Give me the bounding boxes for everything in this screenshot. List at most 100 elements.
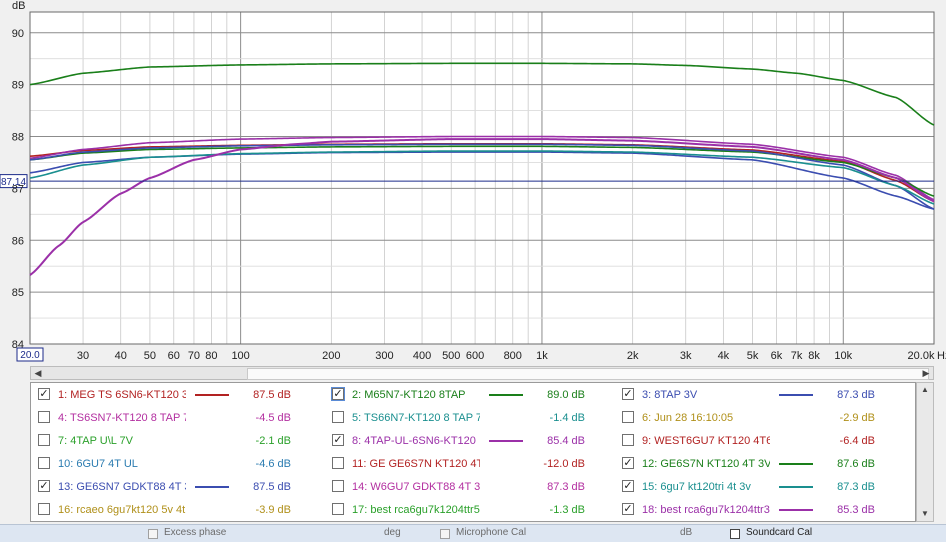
legend-value: -2.9 dB [839, 412, 875, 424]
y-tick-label: 89 [12, 80, 24, 92]
x-tick-label: 6k [771, 350, 783, 362]
legend-value: 87.3 dB [547, 481, 585, 493]
legend-item[interactable]: ✓ 1: MEG TS 6SN6-KT120 3 87.5 dB [31, 385, 321, 405]
legend-value: 87.5 dB [253, 389, 291, 401]
legend-color-swatch [779, 463, 813, 465]
legend-checkbox[interactable] [332, 457, 344, 469]
legend-checkbox[interactable]: ✓ [332, 434, 344, 446]
check-icon: ✓ [39, 388, 49, 400]
legend-item[interactable]: 11: GE GE6S7N KT120 4T 3 -12.0 dB [325, 454, 615, 474]
legend-checkbox[interactable]: ✓ [622, 388, 634, 400]
x-tick-label: 10k [834, 350, 852, 362]
legend-label: 11: GE GE6S7N KT120 4T 3 [352, 458, 480, 470]
check-icon: ✓ [39, 480, 49, 492]
soundcard-cal-checkbox[interactable] [730, 529, 740, 539]
legend-value: 87.3 dB [837, 481, 875, 493]
legend-item[interactable]: ✓ 13: GE6SN7 GDKT88 4T 3V 87.5 dB [31, 477, 321, 497]
legend-checkbox[interactable]: ✓ [331, 387, 345, 401]
legend-checkbox[interactable] [622, 411, 634, 423]
legend-item[interactable]: ✓ 15: 6gu7 kt120tri 4t 3v 87.3 dB [615, 477, 905, 497]
legend-item[interactable]: 5: TS66N7-KT120 8 TAP 7 -1.4 dB [325, 408, 615, 428]
legend-checkbox[interactable] [38, 434, 50, 446]
legend-value: 85.3 dB [837, 504, 875, 516]
legend-value: -1.3 dB [549, 504, 585, 516]
legend-label: 3: 8TAP 3V [642, 389, 698, 401]
legend-item[interactable]: 9: WEST6GU7 KT120 4T6 -6.4 dB [615, 431, 905, 451]
legend-label: 1: MEG TS 6SN6-KT120 3 [58, 389, 186, 401]
x-tick-label: 200 [322, 350, 340, 362]
legend-label: 7: 4TAP U\L 7V [58, 435, 134, 447]
legend-item[interactable]: 4: TS6SN7-KT120 8 TAP 7 -4.5 dB [31, 408, 321, 428]
x-tick-label: 20.0 [20, 350, 40, 361]
legend-checkbox[interactable] [332, 480, 344, 492]
legend-label: 5: TS66N7-KT120 8 TAP 7 [352, 412, 480, 424]
legend-checkbox[interactable] [622, 434, 634, 446]
x-tick-label: 4k [718, 350, 730, 362]
frequency-response-plot[interactable]: 87.14 84 85 86 87 88 89 90 dB 20.0 30 40 50 60 70 80 100… [0, 0, 946, 372]
legend-item[interactable]: ✓ 2: M65N7-KT120 8TAP 89.0 dB [325, 385, 615, 405]
db-unit-label: dB [680, 527, 693, 538]
x-tick-label: 80 [205, 350, 217, 362]
x-tick-label: 7k [791, 350, 803, 362]
scroll-right-icon[interactable]: ▶ [919, 367, 933, 379]
legend-value: -3.9 dB [255, 504, 291, 516]
legend-item[interactable]: ✓ 3: 8TAP 3V 87.3 dB [615, 385, 905, 405]
legend-label: 8: 4TAP-UL-6SN6-KT120 [352, 435, 476, 447]
legend-item[interactable]: ✓ 8: 4TAP-UL-6SN6-KT120 85.4 dB [325, 431, 615, 451]
legend-checkbox[interactable] [38, 411, 50, 423]
legend-vertical-scrollbar[interactable]: ▲ ▼ [916, 382, 934, 522]
legend-item[interactable]: ✓ 12: GE6S7N KT120 4T 3V 87.6 dB [615, 454, 905, 474]
x-axis-unit-label: Hz [937, 350, 946, 362]
legend-item[interactable]: 14: W6GU7 GDKT88 4T 3 87.3 dB [325, 477, 615, 497]
legend-item[interactable]: 6: Jun 28 16:10:05 -2.9 dB [615, 408, 905, 428]
legend-item[interactable]: 17: best rca6gu7k1204ttr5.7 -1.3 dB [325, 500, 615, 520]
x-tick-label: 500 [442, 350, 460, 362]
legend-color-swatch [779, 486, 813, 488]
legend-checkbox[interactable]: ✓ [622, 503, 634, 515]
x-tick-label: 8k [808, 350, 820, 362]
x-tick-label: 20.0k [908, 350, 935, 362]
legend-value: -2.1 dB [255, 435, 291, 447]
x-tick-label: 3k [680, 350, 692, 362]
x-tick-label: 40 [115, 350, 127, 362]
excess-phase-checkbox[interactable] [148, 529, 158, 539]
x-tick-label: 5k [747, 350, 759, 362]
legend-checkbox[interactable]: ✓ [622, 480, 634, 492]
y-tick-label: 90 [12, 28, 24, 40]
legend-checkbox[interactable] [38, 457, 50, 469]
horizontal-scrollbar[interactable]: ◀ ▶ [30, 366, 934, 380]
x-tick-label: 300 [375, 350, 393, 362]
legend-checkbox[interactable] [332, 411, 344, 423]
legend-color-swatch [195, 486, 229, 488]
legend-value: 89.0 dB [547, 389, 585, 401]
scroll-up-icon[interactable]: ▲ [917, 383, 933, 397]
legend-item[interactable]: ✓ 18: best rca6gu7k1204ttr3 85.3 dB [615, 500, 905, 520]
legend-label: 15: 6gu7 kt120tri 4t 3v [642, 481, 751, 493]
legend-item[interactable]: 16: rcaeo 6gu7kt120 5v 4t -3.9 dB [31, 500, 321, 520]
legend-label: 10: 6GU7 4T UL [58, 458, 138, 470]
legend-color-swatch [489, 394, 523, 396]
y-tick-label: 86 [12, 235, 24, 247]
check-icon: ✓ [623, 457, 633, 469]
legend-item[interactable]: 10: 6GU7 4T UL -4.6 dB [31, 454, 321, 474]
y-axis-unit-label: dB [12, 0, 25, 12]
horizontal-scroll-thumb[interactable] [247, 368, 929, 380]
x-tick-label: 50 [144, 350, 156, 362]
check-icon: ✓ [333, 434, 343, 446]
x-tick-label: 2k [627, 350, 639, 362]
legend-checkbox[interactable]: ✓ [38, 480, 50, 492]
legend-checkbox[interactable]: ✓ [622, 457, 634, 469]
scroll-left-icon[interactable]: ◀ [31, 367, 45, 379]
legend-item[interactable]: 7: 4TAP U\L 7V -2.1 dB [31, 431, 321, 451]
excess-phase-label: Excess phase [164, 527, 227, 538]
x-tick-label: 400 [413, 350, 431, 362]
legend-checkbox[interactable] [38, 503, 50, 515]
legend-checkbox[interactable] [332, 503, 344, 515]
mic-cal-checkbox[interactable] [440, 529, 450, 539]
legend-label: 4: TS6SN7-KT120 8 TAP 7 [58, 412, 186, 424]
legend-checkbox[interactable]: ✓ [38, 388, 50, 400]
y-tick-label: 85 [12, 287, 24, 299]
scroll-down-icon[interactable]: ▼ [917, 507, 933, 521]
legend-value: 87.6 dB [837, 458, 875, 470]
check-icon: ✓ [623, 480, 633, 492]
